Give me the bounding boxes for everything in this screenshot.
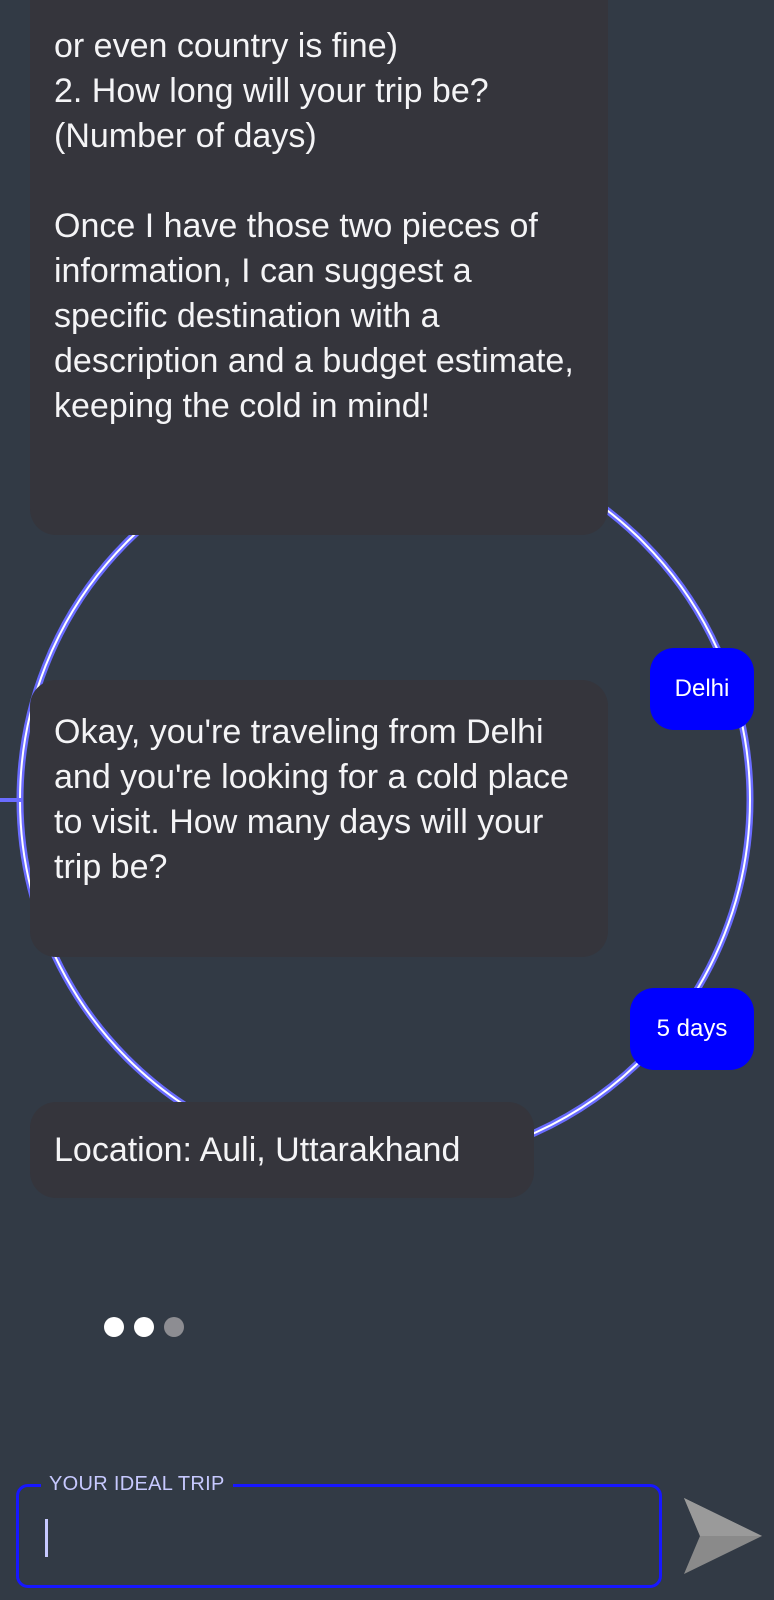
send-icon — [684, 1498, 762, 1574]
text-cursor — [45, 1519, 48, 1557]
user-message-text: Delhi — [674, 675, 730, 702]
typing-indicator — [104, 1317, 184, 1337]
typing-dot — [164, 1317, 184, 1337]
send-button[interactable] — [678, 1484, 766, 1588]
trip-input-label: YOUR IDEAL TRIP — [41, 1471, 233, 1497]
user-message-duration: 5 days — [630, 988, 754, 1070]
user-message-text: 5 days — [656, 1015, 728, 1042]
chat-screen: or even country is fine) 2. How long wil… — [0, 0, 774, 1600]
bot-message-location: Location: Auli, Uttarakhand — [30, 1102, 534, 1198]
user-message-origin: Delhi — [650, 648, 754, 730]
bot-message-destination-questions: or even country is fine) 2. How long wil… — [30, 0, 608, 535]
bot-message-days-question: Okay, you're traveling from Delhi and yo… — [30, 680, 608, 957]
typing-dot — [134, 1317, 154, 1337]
trip-input-container[interactable]: YOUR IDEAL TRIP — [16, 1471, 662, 1588]
typing-dot — [104, 1317, 124, 1337]
trip-input[interactable] — [39, 1513, 643, 1565]
